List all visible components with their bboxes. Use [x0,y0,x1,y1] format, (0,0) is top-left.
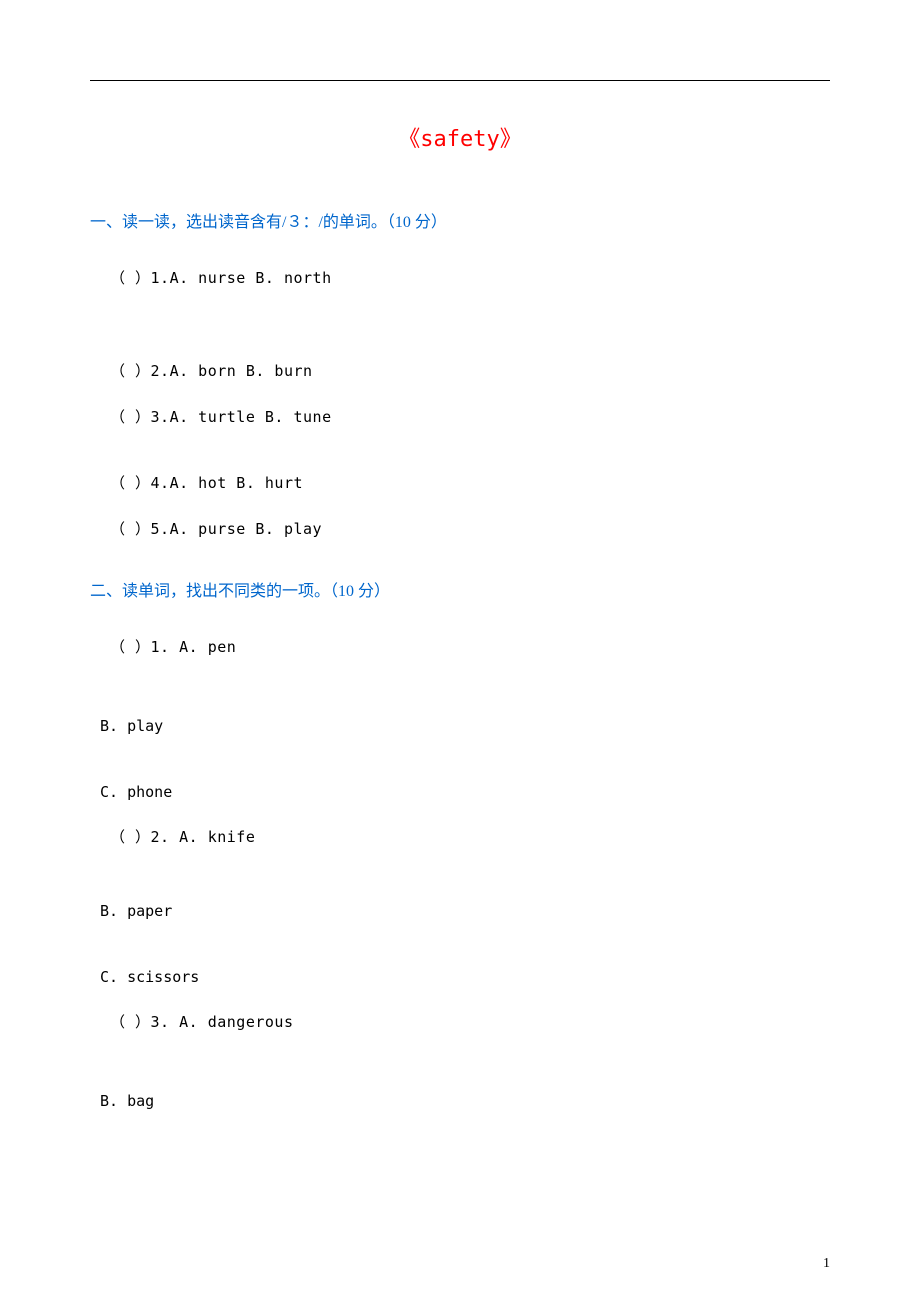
section2-q2-optB: B. paper [100,902,830,920]
document-title: 《safety》 [90,121,830,153]
section2-q2-line: （ ）2. A. knife [110,826,830,847]
section-2: 二、读单词，找出不同类的一项。（10 分） （ ）1. A. pen B. pl… [90,577,830,1110]
section1-q4: （ ）4.A. hot B. hurt [110,472,830,493]
section1-q1: （ ）1.A. nurse B. north [110,267,830,288]
section1-q5: （ ）5.A. purse B. play [110,518,830,539]
section2-q3-optB: B. bag [100,1092,830,1110]
section-1: 一、读一读，选出读音含有/３：/的单词。（10 分） （ ）1.A. nurse… [90,208,830,539]
section1-q3: （ ）3.A. turtle B. tune [110,406,830,427]
section2-q1-optC: C. phone [100,783,830,801]
section-1-heading: 一、读一读，选出读音含有/３：/的单词。（10 分） [90,208,830,232]
section2-q2-optC: C. scissors [100,968,830,986]
page-number: 1 [823,1256,830,1272]
section2-q1-line: （ ）1. A. pen [110,636,830,657]
section1-q2: （ ）2.A. born B. burn [110,360,830,381]
section-2-heading: 二、读单词，找出不同类的一项。（10 分） [90,577,830,601]
top-rule-line [90,80,830,81]
section2-q1-optB: B. play [100,717,830,735]
section2-q3-line: （ ）3. A. dangerous [110,1011,830,1032]
